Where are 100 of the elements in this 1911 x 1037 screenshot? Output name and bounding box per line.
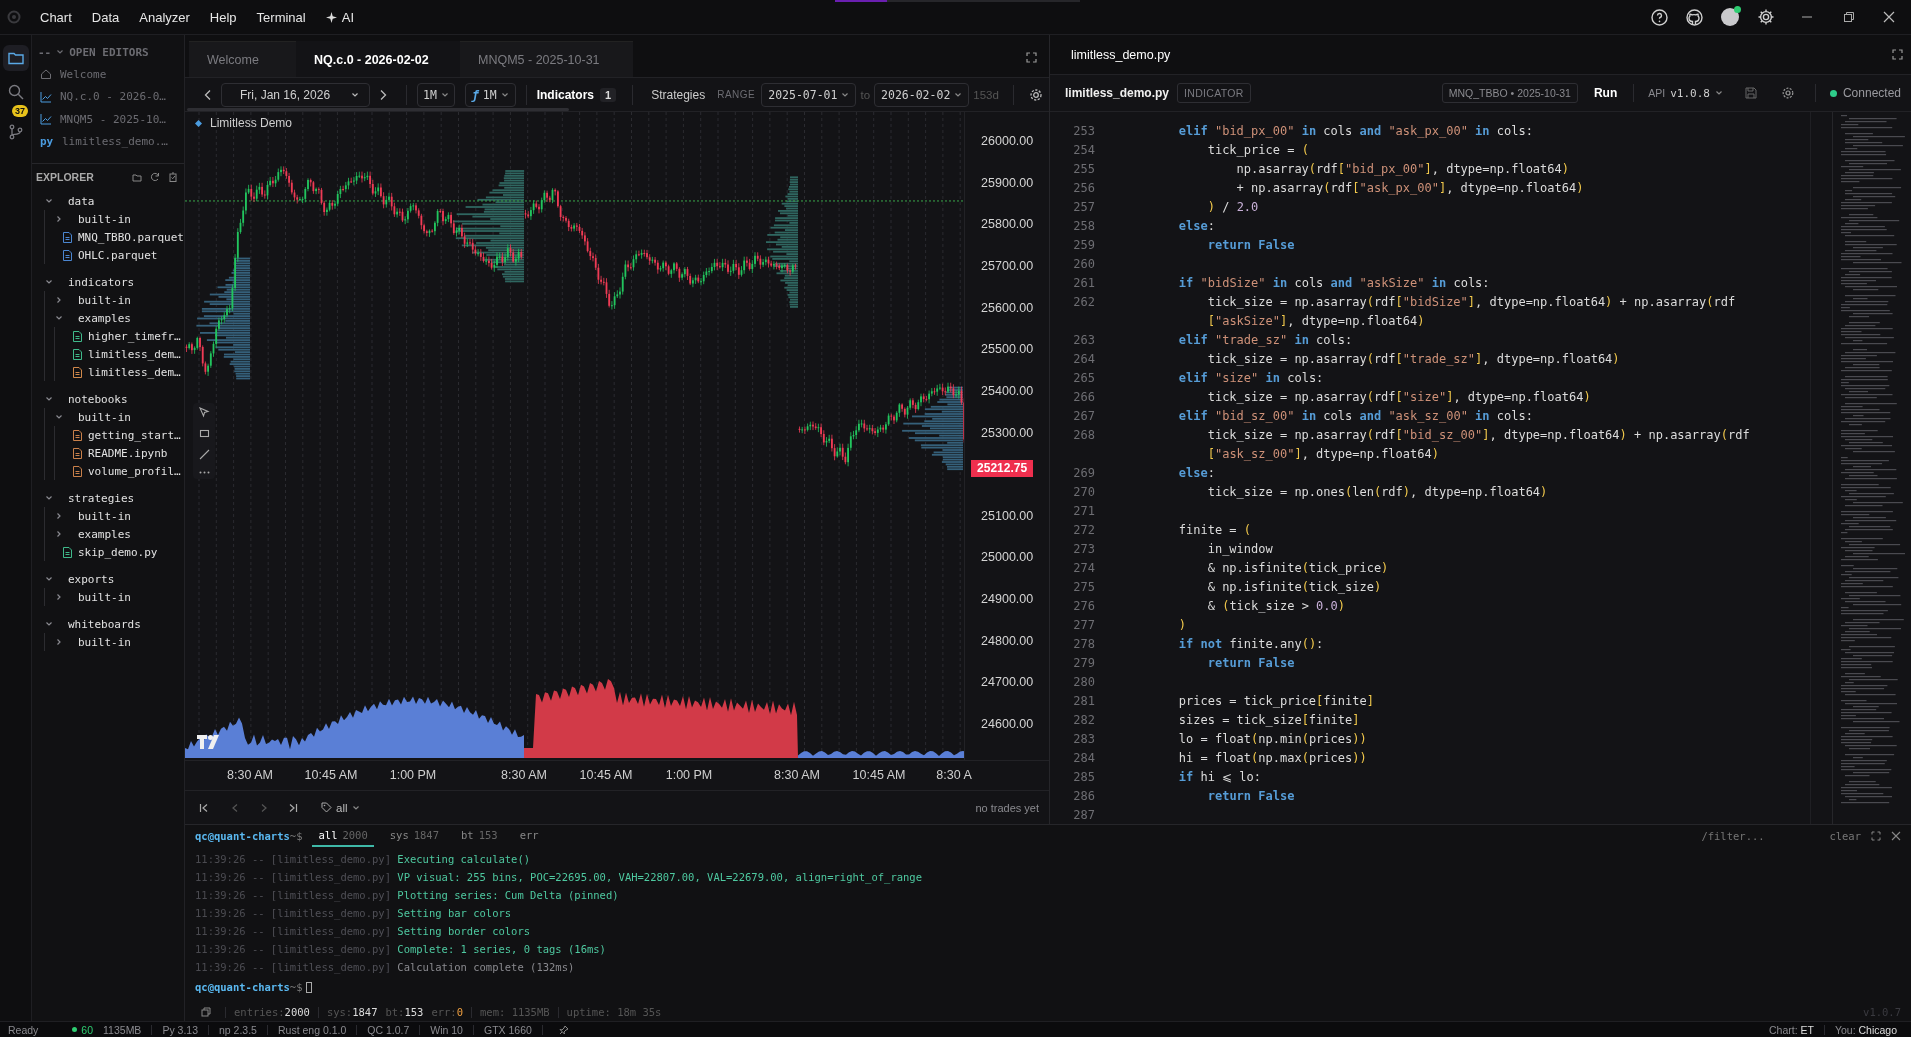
code-line: finite = ( [1177,522,1252,539]
folder-item[interactable]: whiteboards [35,615,184,633]
pin-icon[interactable] [558,1024,569,1035]
filter-field[interactable]: /filter... [1699,829,1820,843]
help-icon[interactable] [1651,8,1668,26]
file-item[interactable]: higher_timefr… [55,327,184,345]
refresh-icon[interactable] [150,171,160,182]
last-page-icon[interactable] [288,802,298,813]
open-editor-item[interactable]: py limitless_demo.… [32,130,184,153]
folder-item[interactable]: examples [45,525,184,543]
restore-icon[interactable] [1843,11,1855,23]
line-number: 277 [1072,617,1095,634]
settings-icon[interactable] [1780,86,1795,100]
menu-item[interactable]: Terminal [246,9,316,25]
cursor-icon[interactable] [198,407,210,418]
price-label: 25800.00 [981,216,1034,233]
cat-icon[interactable] [1686,8,1703,26]
line-number: 278 [1072,636,1095,653]
open-editor-item[interactable]: Welcome [32,63,184,86]
open-editor-item[interactable]: NQ.c.0 - 2026-0… [32,85,184,108]
chart-tab[interactable]: NQ.c.0 - 2026-02-02 [296,41,460,77]
new-folder-icon[interactable] [132,171,142,182]
chart-tab[interactable]: Welcome [189,41,296,77]
api-version-dropdown[interactable]: API v1.0.8 [1642,86,1729,100]
folder-item[interactable]: data [35,192,184,210]
folder-tab[interactable] [2,45,29,71]
menu-item[interactable]: Data [81,9,130,25]
folder-item[interactable]: examples [45,309,184,327]
folder-item[interactable]: built-in [45,633,184,651]
log-filter-tab[interactable]: all 2000 [312,825,374,847]
date-picker[interactable]: Fri, Jan 16, 2026 [221,82,370,107]
version-text: Py 3.13 [162,1023,198,1036]
interval-dropdown[interactable]: 1M [417,82,455,107]
folder-item[interactable]: indicators [35,273,184,291]
file-item[interactable]: limitless_dem… [55,345,184,363]
fullscreen-icon[interactable] [1026,52,1037,63]
fullscreen-icon[interactable] [1892,49,1903,60]
strategies-button[interactable]: Strategies [651,87,706,102]
folder-item[interactable]: exports [35,570,184,588]
log-line: 11:39:26 -- [limitless_demo.py] Complete: 1 series, 0 tags (16ms) [195,942,607,958]
file-icon [73,447,82,459]
close-icon[interactable] [1883,11,1895,23]
settings-icon[interactable] [1027,86,1044,103]
interval-dropdown[interactable]: ƒ 1M [464,82,516,107]
folder-item[interactable]: strategies [35,489,184,507]
run-button[interactable]: Run [1585,86,1626,100]
menu-item[interactable]: Analyzer [129,9,200,25]
folder-item[interactable]: built-in [45,507,184,525]
folder-item[interactable]: built-in [45,588,184,606]
file-item[interactable]: skip_demo.py [45,543,184,561]
data-source-badge[interactable]: MNQ_TBBO • 2025-10-31 [1441,83,1578,103]
rectangle-icon[interactable] [198,428,210,439]
open-editor-item[interactable]: MNQM5 - 2025-10… [32,108,184,131]
copy-icon[interactable] [201,1007,211,1017]
chevron-icon [56,48,65,56]
file-item[interactable]: getting_start… [55,426,184,444]
folder-item[interactable]: built-in [45,210,184,228]
stat-text: entries:2000 [234,1006,310,1018]
file-item[interactable]: README.ipynb [55,444,184,462]
more-icon[interactable] [198,470,210,475]
avatar-icon[interactable] [1721,8,1739,26]
folder-item[interactable]: notebooks [35,390,184,408]
close-icon[interactable] [1891,831,1901,841]
line-number: 285 [1072,769,1095,786]
range-label: RANGE [717,89,756,100]
collapse-toggle[interactable]: -- [38,45,52,59]
log-filter-tab[interactable]: bt 153 [455,825,504,847]
previous-icon[interactable] [203,88,213,101]
folder-item[interactable]: built-in [45,408,184,426]
clipboard-icon[interactable] [168,171,178,182]
clear-button[interactable]: clear [1829,830,1861,842]
file-item[interactable]: volume_profil… [55,462,184,480]
settings-icon[interactable] [1757,8,1775,26]
indicators-button[interactable]: Indicators 1 [536,87,617,102]
memory-text: 1135MB [103,1023,142,1036]
file-item[interactable]: limitless_dem… [55,363,184,381]
version-text: np 2.3.5 [219,1023,257,1036]
line-number: 256 [1072,180,1095,197]
count-badge: 37 [12,105,28,117]
file-item[interactable]: OHLC.parquet [45,246,184,264]
ai-menu-item[interactable]: AI [315,9,364,25]
line-number: 259 [1072,237,1095,254]
date-dropdown[interactable]: 2025-07-01 [761,82,857,107]
file-item[interactable]: MNQ_TBBO.parquet [45,228,184,246]
code-line: in_window [1206,541,1273,558]
log-filter-tab[interactable]: sys 1847 [383,825,445,847]
menu-item[interactable]: Chart [30,9,82,25]
line-tool-icon[interactable] [198,449,210,460]
folder-item[interactable]: built-in [45,291,184,309]
file-icon [73,348,82,360]
first-page-icon[interactable] [199,802,209,813]
next-icon[interactable] [378,88,388,101]
tag-filter-dropdown[interactable]: all [321,801,360,814]
chart-tab[interactable]: MNQM5 - 2025-10-31 [460,41,633,77]
code-line: ) [1177,617,1187,634]
log-filter-tab[interactable]: err [513,825,545,847]
line-number: 283 [1072,731,1095,748]
date-dropdown[interactable]: 2026-02-02 [874,82,970,107]
fullscreen-icon[interactable] [1871,831,1881,841]
menu-item[interactable]: Help [199,9,247,25]
